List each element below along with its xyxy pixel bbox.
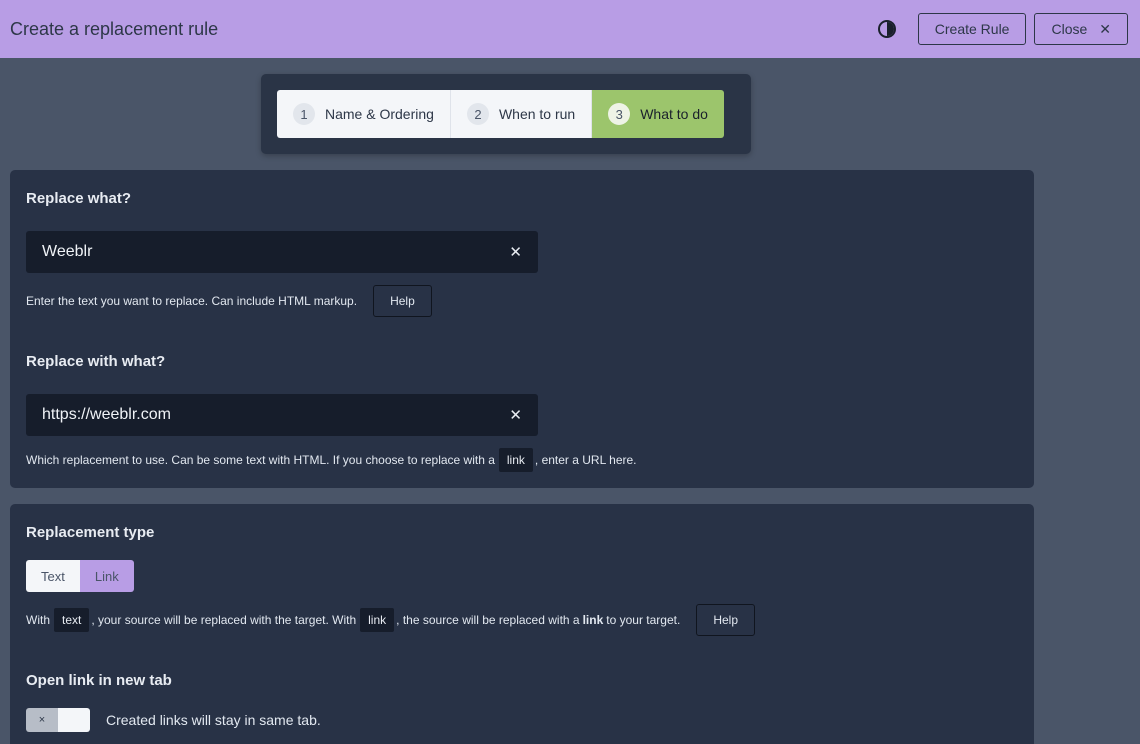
replace-with-field[interactable]: ✕ xyxy=(26,394,538,436)
close-label: Close xyxy=(1051,21,1088,37)
clear-icon[interactable]: ✕ xyxy=(509,406,522,424)
step-label: When to run xyxy=(498,106,576,122)
stepper: 1 Name & Ordering 2 When to run 3 What t… xyxy=(277,90,724,138)
page-title: Create a replacement rule xyxy=(10,18,219,39)
stepper-panel: 1 Name & Ordering 2 When to run 3 What t… xyxy=(261,74,751,154)
hint-with: With xyxy=(26,613,50,627)
create-rule-button[interactable]: Create Rule xyxy=(917,13,1027,45)
hint-bold-link: link xyxy=(582,613,604,627)
help-button[interactable]: Help xyxy=(373,285,432,317)
help-button[interactable]: Help xyxy=(696,604,755,636)
replacement-type-hint-row: With text , your source will be replaced… xyxy=(26,604,755,636)
replace-with-input[interactable] xyxy=(42,406,510,424)
switch-off-icon: × xyxy=(26,708,58,732)
help-label: Help xyxy=(390,294,415,308)
option-text[interactable]: Text xyxy=(26,560,80,592)
replace-with-hint-row: Which replacement to use. Can be some te… xyxy=(26,448,637,472)
step-number: 1 xyxy=(293,103,315,125)
replace-with-heading: Replace with what? xyxy=(26,353,166,370)
contrast-icon[interactable] xyxy=(877,20,896,38)
replace-with-hint-start: Which replacement to use. Can be some te… xyxy=(26,453,495,467)
step-label: What to do xyxy=(640,106,708,122)
hint-mid2: , the source will be replaced with a xyxy=(396,613,580,627)
step-number: 3 xyxy=(608,103,631,125)
create-rule-label: Create Rule xyxy=(934,21,1010,37)
replace-with-hint-end: , enter a URL here. xyxy=(534,453,637,467)
replacement-type-heading: Replacement type xyxy=(26,524,155,541)
switch-knob xyxy=(58,708,90,732)
close-icon: ✕ xyxy=(1099,20,1111,37)
open-new-tab-heading: Open link in new tab xyxy=(26,672,172,689)
replace-what-field[interactable]: ✕ xyxy=(26,231,538,273)
open-new-tab-description: Created links will stay in same tab. xyxy=(106,712,321,728)
step-when-to-run[interactable]: 2 When to run xyxy=(450,90,593,138)
close-button[interactable]: Close ✕ xyxy=(1034,13,1128,45)
replacement-type-toggle: Text Link xyxy=(26,560,134,592)
help-label: Help xyxy=(713,613,738,627)
replace-what-hint-row: Enter the text you want to replace. Can … xyxy=(26,285,432,317)
code-text: text xyxy=(54,608,90,632)
hint-end: to your target. xyxy=(606,613,681,627)
code-link: link xyxy=(498,448,533,472)
top-bar: Create a replacement rule Create Rule Cl… xyxy=(0,0,1140,58)
replacement-type-card: Replacement type Text Link With text , y… xyxy=(10,504,1034,744)
clear-icon[interactable]: ✕ xyxy=(509,243,522,261)
option-link[interactable]: Link xyxy=(79,560,134,592)
replace-what-input[interactable] xyxy=(42,243,510,261)
open-new-tab-switch[interactable]: × xyxy=(26,708,90,732)
step-number: 2 xyxy=(466,103,489,125)
replace-what-heading: Replace what? xyxy=(26,190,132,207)
step-what-to-do[interactable]: 3 What to do xyxy=(592,90,724,138)
step-label: Name & Ordering xyxy=(325,106,434,122)
replace-what-hint: Enter the text you want to replace. Can … xyxy=(26,294,358,308)
hint-mid: , your source will be replaced with the … xyxy=(91,613,357,627)
code-link: link xyxy=(360,608,395,632)
replace-card: Replace what? ✕ Enter the text you want … xyxy=(10,170,1034,488)
step-name-ordering[interactable]: 1 Name & Ordering xyxy=(277,90,451,138)
